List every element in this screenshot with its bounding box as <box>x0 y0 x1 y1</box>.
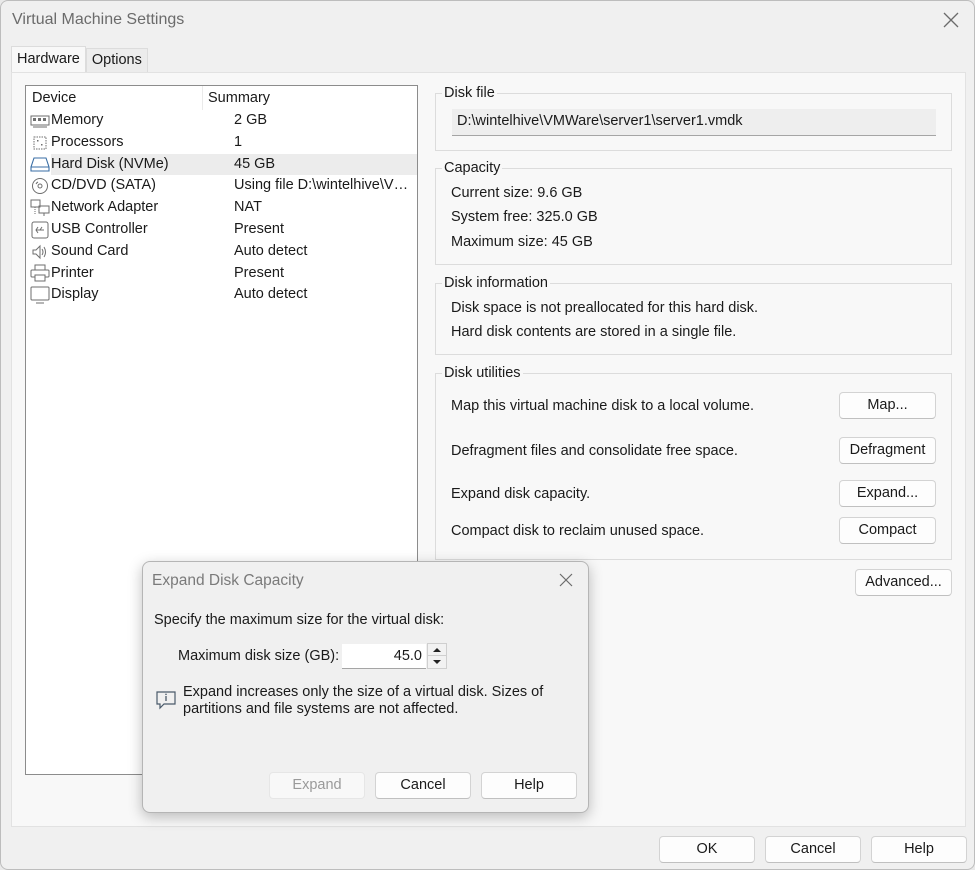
capacity-label: Capacity <box>442 159 503 177</box>
device-summary: Auto detect <box>234 286 308 303</box>
advanced-button[interactable]: Advanced... <box>855 569 952 596</box>
hard-disk-icon <box>29 154 51 176</box>
help-button[interactable]: Help <box>871 836 967 863</box>
device-row-hard-disk[interactable]: Hard Disk (NVMe) 45 GB <box>26 153 417 176</box>
dialog-prompt: Specify the maximum size for the virtual… <box>154 612 445 628</box>
cancel-button[interactable]: Cancel <box>765 836 861 863</box>
disk-utilities-group: Disk utilities Map this virtual machine … <box>435 364 952 560</box>
device-summary: 2 GB <box>234 112 268 128</box>
tab-options[interactable]: Options <box>85 48 148 72</box>
disk-info-line-1: Disk space is not preallocated for this … <box>451 300 759 316</box>
device-list-header: Device Summary <box>26 86 417 110</box>
disk-utilities-label: Disk utilities <box>442 364 523 382</box>
title-bar: Virtual Machine Settings <box>1 1 974 41</box>
ok-button[interactable]: OK <box>659 836 755 863</box>
device-name: Processors <box>51 133 124 150</box>
dialog-info-text: Expand increases only the size of a virt… <box>183 684 544 717</box>
max-disk-size-input[interactable] <box>342 644 426 669</box>
max-disk-size-spinner <box>427 643 447 669</box>
device-summary: Auto detect <box>234 242 308 259</box>
speaker-icon <box>29 241 51 263</box>
defragment-button[interactable]: Defragment <box>839 437 936 464</box>
arrow-down-icon <box>433 660 441 664</box>
device-row-network-adapter[interactable]: Network Adapter NAT <box>26 197 417 219</box>
system-free-text: System free: 325.0 GB <box>451 209 598 225</box>
compact-button[interactable]: Compact <box>839 517 936 544</box>
disk-information-group: Disk information Disk space is not preal… <box>435 274 952 355</box>
dialog-title: Expand Disk Capacity <box>152 572 304 589</box>
disk-information-label: Disk information <box>442 274 550 292</box>
device-name: Hard Disk (NVMe) <box>51 155 169 172</box>
device-row-display[interactable]: Display Auto detect <box>26 284 417 306</box>
column-header-summary[interactable]: Summary <box>203 86 270 110</box>
device-name: Network Adapter <box>51 199 159 216</box>
window-close-button[interactable] <box>940 9 962 31</box>
dialog-cancel-button[interactable]: Cancel <box>375 772 471 799</box>
column-header-device[interactable]: Device <box>26 86 203 110</box>
tab-hardware[interactable]: Hardware <box>11 46 86 72</box>
display-icon <box>29 284 51 306</box>
device-summary: Present <box>234 220 284 237</box>
disk-file-path-field[interactable]: D:\wintelhive\VMWare\server1\server1.vmd… <box>452 109 936 136</box>
tab-bar: Hardware Options <box>11 46 148 72</box>
compact-description: Compact disk to reclaim unused space. <box>451 523 705 539</box>
device-name: Printer <box>51 264 94 281</box>
spin-down-button[interactable] <box>428 656 446 668</box>
device-summary: NAT <box>234 199 262 216</box>
close-icon <box>559 573 573 587</box>
disk-info-line-2: Hard disk contents are stored in a singl… <box>451 324 737 340</box>
device-row-cd-dvd[interactable]: CD/DVD (SATA) Using file D:\wintelhive\VM… <box>26 175 417 197</box>
current-size-text: Current size: 9.6 GB <box>451 185 583 201</box>
dialog-help-button[interactable]: Help <box>481 772 577 799</box>
capacity-group: Capacity Current size: 9.6 GB System fre… <box>435 159 952 265</box>
arrow-up-icon <box>433 647 441 652</box>
map-description: Map this virtual machine disk to a local… <box>451 398 755 414</box>
usb-icon <box>29 219 51 241</box>
device-summary: 1 <box>234 133 243 150</box>
expand-description: Expand disk capacity. <box>451 486 591 502</box>
device-summary: Using file D:\wintelhive\VMWa... <box>234 177 416 194</box>
device-name: Display <box>51 286 99 303</box>
expand-disk-capacity-dialog: Expand Disk Capacity Specify the maximum… <box>142 561 589 813</box>
defragment-description: Defragment files and consolidate free sp… <box>451 443 738 459</box>
device-name: CD/DVD (SATA) <box>51 177 156 194</box>
max-disk-size-label: Maximum disk size (GB): <box>178 648 340 664</box>
dialog-expand-button[interactable]: Expand <box>269 772 365 799</box>
device-name: Memory <box>51 112 104 128</box>
device-row-printer[interactable]: Printer Present <box>26 263 417 285</box>
device-summary: Present <box>234 264 284 281</box>
device-name: USB Controller <box>51 220 148 237</box>
device-row-usb-controller[interactable]: USB Controller Present <box>26 219 417 241</box>
device-row-processors[interactable]: Processors 1 <box>26 132 417 154</box>
expand-button[interactable]: Expand... <box>839 480 936 507</box>
device-summary: 45 GB <box>234 155 276 172</box>
dialog-close-button[interactable] <box>557 571 575 589</box>
memory-icon <box>29 110 51 132</box>
processor-icon <box>29 132 51 154</box>
maximum-size-text: Maximum size: 45 GB <box>451 234 593 250</box>
printer-icon <box>29 263 51 285</box>
close-icon <box>943 12 959 28</box>
device-row-sound-card[interactable]: Sound Card Auto detect <box>26 241 417 263</box>
window-title: Virtual Machine Settings <box>12 11 185 28</box>
map-button[interactable]: Map... <box>839 392 936 419</box>
device-name: Sound Card <box>51 242 129 259</box>
cd-dvd-icon <box>29 175 51 197</box>
spin-up-button[interactable] <box>428 644 446 656</box>
info-icon <box>155 689 177 711</box>
device-row-memory[interactable]: Memory 2 GB <box>26 110 417 132</box>
disk-file-label: Disk file <box>442 84 497 102</box>
network-icon <box>29 197 51 219</box>
disk-file-group: Disk file D:\wintelhive\VMWare\server1\s… <box>435 84 952 151</box>
